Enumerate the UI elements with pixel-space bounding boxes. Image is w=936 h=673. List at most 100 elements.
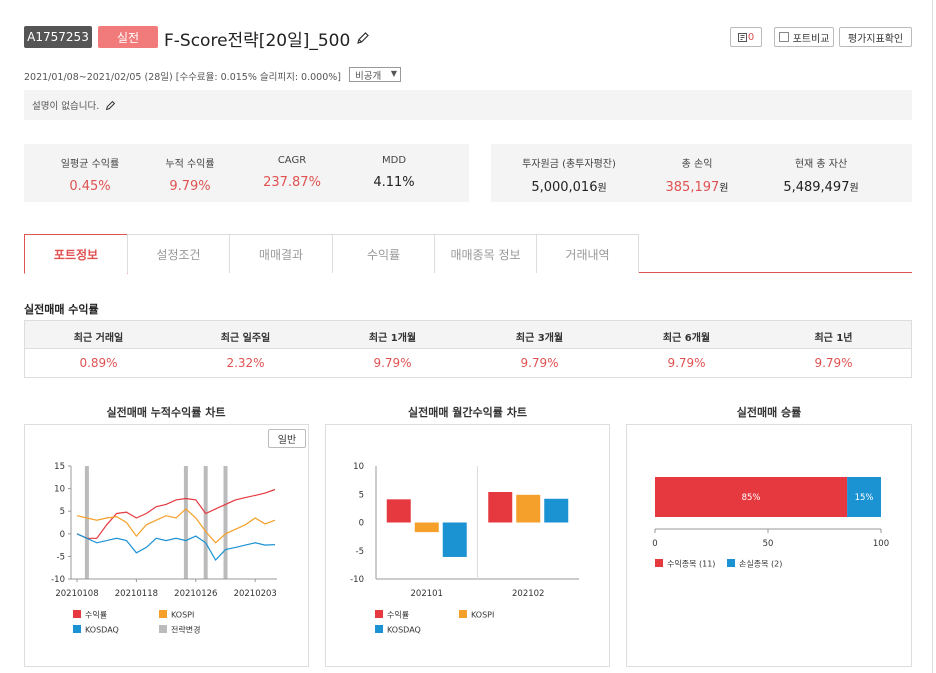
principal: 투자원금 (총투자평잔) 5,000,016원 (522, 159, 616, 195)
pencil-icon[interactable] (356, 31, 370, 45)
current-total-assets: 현재 총 자산 5,489,497원 (783, 159, 859, 195)
edit-description-icon[interactable] (105, 100, 116, 111)
y-tick-label: 15 (54, 462, 65, 472)
x-tick-label: 0 (652, 539, 657, 549)
legend-label: KOSDAQ (387, 626, 421, 635)
backtest-period: 2021/01/08~2021/02/05 (28일) [수수료율: 0.015… (24, 72, 341, 83)
series-line-KOSDAQ (76, 533, 276, 561)
header-last-1y: 최근 1년 (814, 333, 853, 344)
legend-swatch (73, 610, 81, 618)
value-last-1m: 9.79% (373, 356, 412, 370)
tab-transactions[interactable]: 거래내역 (536, 234, 639, 273)
bookmark-icon (737, 32, 747, 42)
value-last-3m: 9.79% (520, 356, 559, 370)
save-count: 0 (747, 31, 755, 43)
bar-수익률-202102 (488, 491, 513, 523)
monthly-chart-title: 실전매매 월간수익률 차트 (408, 406, 527, 419)
y-tick-label: 5 (60, 507, 65, 517)
asset-summary-box: 투자원금 (총투자평잔) 5,000,016원 총 손익 385,197원 현재… (491, 144, 912, 202)
tab-settings[interactable]: 설정조건 (127, 234, 230, 273)
save-counter-button[interactable]: 0 (730, 27, 762, 47)
y-tick-label: -10 (350, 575, 364, 585)
cumulative-return: 누적 수익률 9.79% (165, 159, 215, 194)
tab-traded-stocks[interactable]: 매매종목 정보 (434, 234, 537, 273)
page-right-border (932, 0, 933, 673)
header-last-6m: 최근 6개월 (662, 333, 711, 344)
y-tick-label: 0 (359, 519, 364, 529)
y-tick-label: -5 (356, 547, 364, 557)
legend-swatch (159, 610, 167, 618)
x-tick-label: 50 (763, 539, 774, 549)
cumulative-chart-title: 실전매매 누적수익률 차트 (106, 406, 226, 419)
legend-label: 전략변경 (171, 625, 200, 635)
y-tick-label: 10 (353, 462, 364, 472)
data-label: 15% (855, 493, 874, 503)
page-title: F-Score전략[20일]_500 (164, 26, 370, 51)
bar-수익률-202101 (386, 499, 411, 523)
compare-label: 포트비교 (792, 33, 830, 45)
strategy-change-band (223, 466, 228, 579)
strategy-change-band (203, 466, 208, 579)
tab-returns[interactable]: 수익률 (332, 234, 435, 273)
live-mode-badge: 실전 (98, 26, 158, 48)
header-last-3m: 최근 3개월 (515, 333, 564, 344)
description-text: 설명이 없습니다. (32, 101, 100, 112)
monthly-chart: 10 5 0 -5 -10 202101 202102 수익률 KOSPI KOSDAQ (350, 462, 579, 635)
winrate-chart-title: 실전매매 승률 (736, 406, 802, 419)
x-tick-label: 20210108 (55, 589, 98, 599)
data-label: 85% (742, 493, 761, 503)
legend-swatch (375, 625, 383, 633)
y-tick-label: -5 (57, 552, 65, 562)
return-summary-box: 일평균 수익률 0.45% 누적 수익률 9.79% CAGR 237.87% … (24, 144, 469, 202)
daily-avg-return: 일평균 수익률 0.45% (60, 159, 120, 194)
legend-swatch (159, 625, 167, 633)
series-line-수익률 (76, 488, 276, 539)
portfolio-compare-button[interactable]: 포트비교 (774, 27, 834, 47)
tab-portfolio-info[interactable]: 포트정보 (24, 234, 128, 274)
legend-swatch (375, 610, 383, 618)
portfolio-name: F-Score전략[20일]_500 (164, 30, 351, 51)
bar-KOSDAQ-202102 (544, 498, 569, 523)
value-last-week: 2.32% (226, 356, 265, 370)
legend-label: 수익종목 (11) (667, 559, 715, 569)
header-last-1m: 최근 1개월 (368, 333, 417, 344)
cagr: CAGR 237.87% (263, 155, 321, 190)
bar-KOSPI-202102 (516, 494, 541, 523)
x-tick-label: 202102 (512, 589, 544, 599)
returns-table: 최근 거래일 최근 일주일 최근 1개월 최근 3개월 최근 6개월 최근 1년… (24, 320, 912, 378)
legend-label: KOSDAQ (85, 626, 119, 635)
y-tick-label: -10 (51, 575, 65, 585)
monthly-chart-box: 10 5 0 -5 -10 202101 202102 수익률 KOSPI KOSDAQ (325, 424, 610, 667)
legend-swatch (655, 559, 663, 567)
x-tick-label: 20210126 (174, 589, 217, 599)
view-metrics-button[interactable]: 평가지표확인 (839, 27, 912, 47)
legend-label: 수익률 (85, 610, 107, 620)
strategy-change-band (84, 466, 89, 579)
description-box: 설명이 없습니다. (24, 90, 912, 120)
cumulative-chart-box: 일반 15 10 5 0 -5 -10 20210108 20210118 20210126 20… (24, 424, 309, 667)
legend-swatch (459, 610, 467, 618)
legend-label: KOSPI (471, 611, 494, 620)
bar-KOSDAQ-202101 (442, 522, 467, 557)
value-last-1y: 9.79% (814, 356, 853, 370)
portfolio-id-badge: A1757253 (24, 26, 92, 48)
winrate-chart: 85% 15% 0 50 100 수익종목 (11) 손실종목 (2) (652, 477, 889, 569)
visibility-select[interactable]: 비공개 ▼ (349, 67, 401, 82)
winrate-chart-box: 85% 15% 0 50 100 수익종목 (11) 손실종목 (2) (626, 424, 912, 667)
compare-checkbox[interactable] (778, 32, 789, 42)
returns-section-title: 실전매매 수익률 (24, 303, 99, 316)
y-tick-label: 0 (60, 530, 65, 540)
strategy-change-band (183, 466, 188, 579)
legend-label: 수익률 (387, 610, 409, 620)
header-last-week: 최근 일주일 (220, 333, 271, 344)
tab-trade-results[interactable]: 매매결과 (229, 234, 333, 273)
x-tick-label: 20210203 (234, 589, 277, 599)
x-tick-label: 100 (873, 539, 889, 549)
header-last-day: 최근 거래일 (73, 333, 124, 344)
value-last-day: 0.89% (79, 356, 118, 370)
x-tick-label: 202101 (411, 589, 443, 599)
chevron-down-icon: ▼ (390, 69, 397, 78)
x-tick-label: 20210118 (115, 589, 158, 599)
legend-label: KOSPI (171, 611, 194, 620)
visibility-value: 비공개 (355, 70, 382, 82)
